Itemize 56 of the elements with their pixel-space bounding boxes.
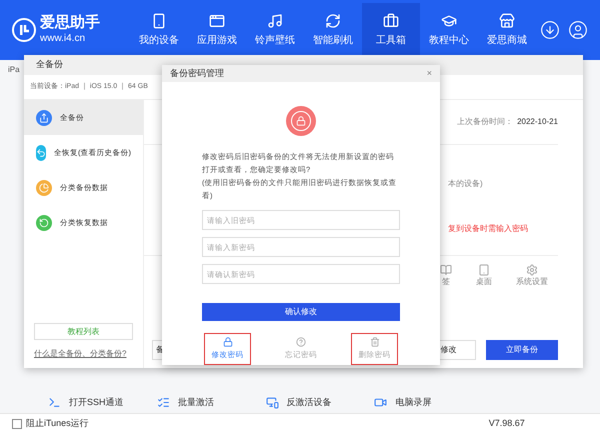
tool-item[interactable]: 电脑录屏: [374, 396, 484, 409]
backup-now-button[interactable]: 立即备份: [486, 340, 558, 360]
menu-glyph-icon: [39, 182, 49, 192]
device-tab[interactable]: iPa: [8, 64, 20, 76]
warning-text: 复到设备时需输入密码: [448, 223, 529, 235]
close-button[interactable]: ×: [426, 66, 432, 80]
data-item[interactable]: 桌面: [476, 264, 492, 288]
logo-url: www.i4.cn: [40, 33, 86, 46]
lock-badge-icon: [286, 106, 316, 136]
dialog-title: 备份密码管理: [170, 66, 224, 80]
last-backup-label: 上次备份时间：: [457, 116, 514, 128]
nav-icon: [325, 12, 341, 28]
nav-tab[interactable]: 爱思商城: [478, 2, 536, 58]
tool-icon: [374, 396, 388, 409]
data-item-icon: [478, 264, 490, 276]
help-link[interactable]: 什么是全备份、分类备份?: [34, 348, 133, 360]
nav-icon: [441, 12, 457, 28]
window-title: 全备份: [36, 58, 63, 72]
lock-icon: [222, 337, 232, 348]
menu-glyph-icon: [36, 148, 46, 158]
confirm-button[interactable]: 确认修改: [202, 303, 400, 321]
nav-tab[interactable]: 应用游戏: [188, 2, 246, 58]
nav-tab[interactable]: 智能刷机: [304, 2, 362, 58]
nav-tab[interactable]: 我的设备: [130, 2, 188, 58]
note-text: 本的设备): [448, 178, 484, 190]
tool-icon: [266, 396, 279, 409]
data-item[interactable]: 系统设置: [516, 264, 548, 288]
tool-item[interactable]: 反激活设备: [266, 396, 374, 409]
trash-icon: [370, 337, 380, 348]
nav-icon: [267, 12, 283, 28]
menu-glyph-icon: [39, 112, 49, 122]
data-item[interactable]: 签: [440, 264, 452, 288]
data-item-icon: [526, 264, 538, 276]
nav-icon: [383, 12, 399, 28]
tool-item[interactable]: 打开SSH通道: [48, 396, 157, 409]
nav-icon: [209, 12, 225, 28]
block-itunes-checkbox[interactable]: [12, 418, 22, 428]
checkbox-label: 阻止iTunes运行: [26, 416, 89, 430]
nav-tab[interactable]: 教程中心: [420, 2, 478, 58]
nav-tab[interactable]: 铃声壁纸: [246, 2, 304, 58]
user-icon[interactable]: [568, 20, 588, 40]
last-backup-date: 2022-10-21: [517, 116, 558, 128]
data-item-icon: [440, 264, 452, 276]
nav-tab[interactable]: 工具箱: [362, 2, 420, 58]
tool-icon: [48, 396, 61, 409]
logo-name: 爱思助手: [40, 14, 100, 34]
logo-icon: [12, 18, 36, 42]
version-text: V7.98.67: [488, 416, 525, 430]
tool-item[interactable]: 批量激活: [156, 396, 266, 409]
nav-icon: [151, 12, 167, 28]
nav-icon: [499, 12, 515, 28]
tool-icon: [156, 396, 170, 409]
download-icon[interactable]: [540, 20, 560, 40]
menu-glyph-icon: [39, 218, 49, 228]
tutorial-button[interactable]: 教程列表: [34, 323, 133, 340]
help-icon: [296, 337, 306, 348]
